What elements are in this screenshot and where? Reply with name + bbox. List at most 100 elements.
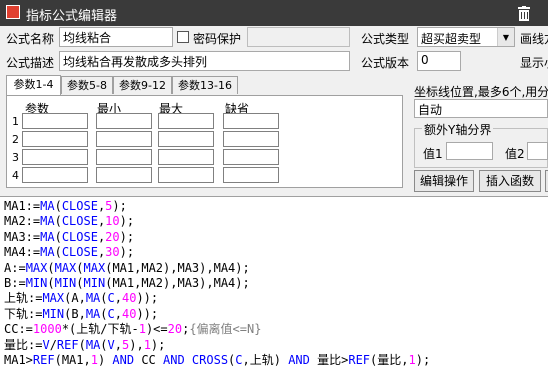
code-token: MA <box>40 199 55 213</box>
code-token: 1000 <box>32 322 62 337</box>
code-token: *(上轨/下轨- <box>61 322 139 337</box>
code-token: AND <box>112 353 135 368</box>
edit-operation-button[interactable]: 编辑操作 <box>414 170 474 192</box>
code-token: ( <box>54 245 62 260</box>
trash-icon[interactable] <box>517 6 531 21</box>
code-token: MA1> <box>4 353 33 368</box>
code-token: ); <box>119 229 135 244</box>
code-token: ( <box>76 276 84 291</box>
code-token: MA <box>85 306 101 321</box>
code-token: ( <box>54 214 62 229</box>
code-token: 1 <box>143 337 151 352</box>
formula-type-value: 超买超卖型 <box>421 32 482 46</box>
code-line: MA2:=MA(CLOSE,10); <box>4 214 548 229</box>
code-token: MIN <box>25 276 48 291</box>
tab-params-5-8[interactable]: 参数5-8 <box>61 76 113 94</box>
code-token: C <box>107 306 115 321</box>
param-name-1[interactable] <box>22 113 88 129</box>
axis-position-input[interactable]: 自动 <box>414 99 548 118</box>
code-token: AND <box>288 353 310 368</box>
formula-desc-label: 公式描述 <box>6 56 55 70</box>
param-max-3[interactable] <box>158 149 214 165</box>
param-max-1[interactable] <box>158 113 214 129</box>
code-token: 1 <box>408 353 416 368</box>
code-line: MA4:=MA(CLOSE,30); <box>4 245 548 260</box>
code-token: ( <box>54 229 62 244</box>
param-name-3[interactable] <box>22 149 88 165</box>
insert-function-button[interactable]: 插入函数 <box>479 170 541 192</box>
formula-name-input[interactable]: 均线粘合 <box>59 27 173 47</box>
code-token: 40 <box>121 306 137 321</box>
param-default-4[interactable] <box>223 167 279 183</box>
code-token: (B, <box>64 306 86 321</box>
code-token: ( <box>76 260 84 275</box>
code-token: {偏离值<=N} <box>189 322 262 337</box>
code-editor[interactable]: MA1:=MA(CLOSE,5); MA2:=MA(CLOSE,10); MA3:=… <box>0 196 548 387</box>
extra-y-axis-label: 额外Y轴分界 <box>422 121 494 138</box>
value1-input[interactable] <box>446 142 493 160</box>
row-num-3: 3 <box>12 151 19 164</box>
window-title: 指标公式编辑器 <box>26 9 118 24</box>
param-default-1[interactable] <box>223 113 279 129</box>
code-line: MA3:=MA(CLOSE,20); <box>4 230 548 245</box>
code-token: 20 <box>167 322 183 337</box>
formula-desc-input[interactable]: 均线粘合再发散成多头排列 <box>59 51 350 71</box>
row-num-1: 1 <box>12 115 19 128</box>
code-token: MA <box>40 229 55 244</box>
code-token: 10 <box>105 214 120 229</box>
formula-version-label: 公式版本 <box>361 56 410 70</box>
code-token: , <box>114 306 122 321</box>
title-bar[interactable]: 指标公式编辑器 <box>0 0 548 26</box>
param-max-4[interactable] <box>158 167 214 183</box>
param-max-2[interactable] <box>158 131 214 147</box>
code-token: ( <box>54 199 62 213</box>
params-panel: 参数 最小 最大 缺省 1 2 3 4 <box>6 95 403 188</box>
code-token: REF <box>32 353 55 368</box>
value2-input[interactable] <box>527 142 548 160</box>
code-line: CC:=1000*(上轨/下轨-1)<=20;{偏离值<=N} <box>4 322 548 337</box>
formula-version-input[interactable]: 0 <box>417 51 461 71</box>
password-label: 密码保护 <box>193 32 242 46</box>
param-name-2[interactable] <box>22 131 88 147</box>
code-token: ( <box>47 276 55 291</box>
code-token: (A, <box>64 291 86 306</box>
code-token: (MA1,MA2),MA3),MA4); <box>105 260 250 275</box>
value1-label: 值1 <box>423 147 443 161</box>
code-token: ); <box>112 199 127 213</box>
code-token: 量比> <box>309 353 349 368</box>
code-token: (MA1, <box>54 353 91 368</box>
password-checkbox[interactable] <box>177 31 189 43</box>
code-token: ); <box>119 245 135 260</box>
code-token: 30 <box>105 245 120 260</box>
formula-type-select[interactable]: 超买超卖型 ▼ <box>417 27 515 47</box>
row-num-4: 4 <box>12 169 19 182</box>
code-token: ); <box>415 353 431 368</box>
code-line: MA1>REF(MA1,1) AND CC AND CROSS(C,上轨) AN… <box>4 353 548 368</box>
code-token: CLOSE <box>61 214 98 229</box>
code-token: A:= <box>4 260 26 275</box>
row-num-2: 2 <box>12 133 19 146</box>
param-default-3[interactable] <box>223 149 279 165</box>
code-token: CLOSE <box>61 229 98 244</box>
param-min-3[interactable] <box>96 149 152 165</box>
param-default-2[interactable] <box>223 131 279 147</box>
tab-params-13-16[interactable]: 参数13-16 <box>172 76 238 94</box>
code-token: (MA1,MA2),MA3),MA4); <box>105 276 250 291</box>
code-token: 40 <box>121 291 137 306</box>
code-token: MA <box>85 337 101 352</box>
code-line: A:=MAX(MAX(MAX(MA1,MA2),MA3),MA4); <box>4 261 548 276</box>
param-min-2[interactable] <box>96 131 152 147</box>
code-token: )<= <box>145 322 168 337</box>
password-input[interactable] <box>247 27 350 47</box>
tab-params-9-12[interactable]: 参数9-12 <box>113 76 172 94</box>
code-token: ), <box>129 337 144 352</box>
code-token: MA <box>40 214 55 229</box>
tab-params-1-4[interactable]: 参数1-4 <box>6 75 61 95</box>
param-min-4[interactable] <box>96 167 152 183</box>
param-name-4[interactable] <box>22 167 88 183</box>
code-token: (量比, <box>370 353 409 368</box>
code-token: 1 <box>90 353 98 368</box>
code-token: ) <box>97 353 113 368</box>
param-min-1[interactable] <box>96 113 152 129</box>
show-label: 显示小 <box>520 56 548 70</box>
